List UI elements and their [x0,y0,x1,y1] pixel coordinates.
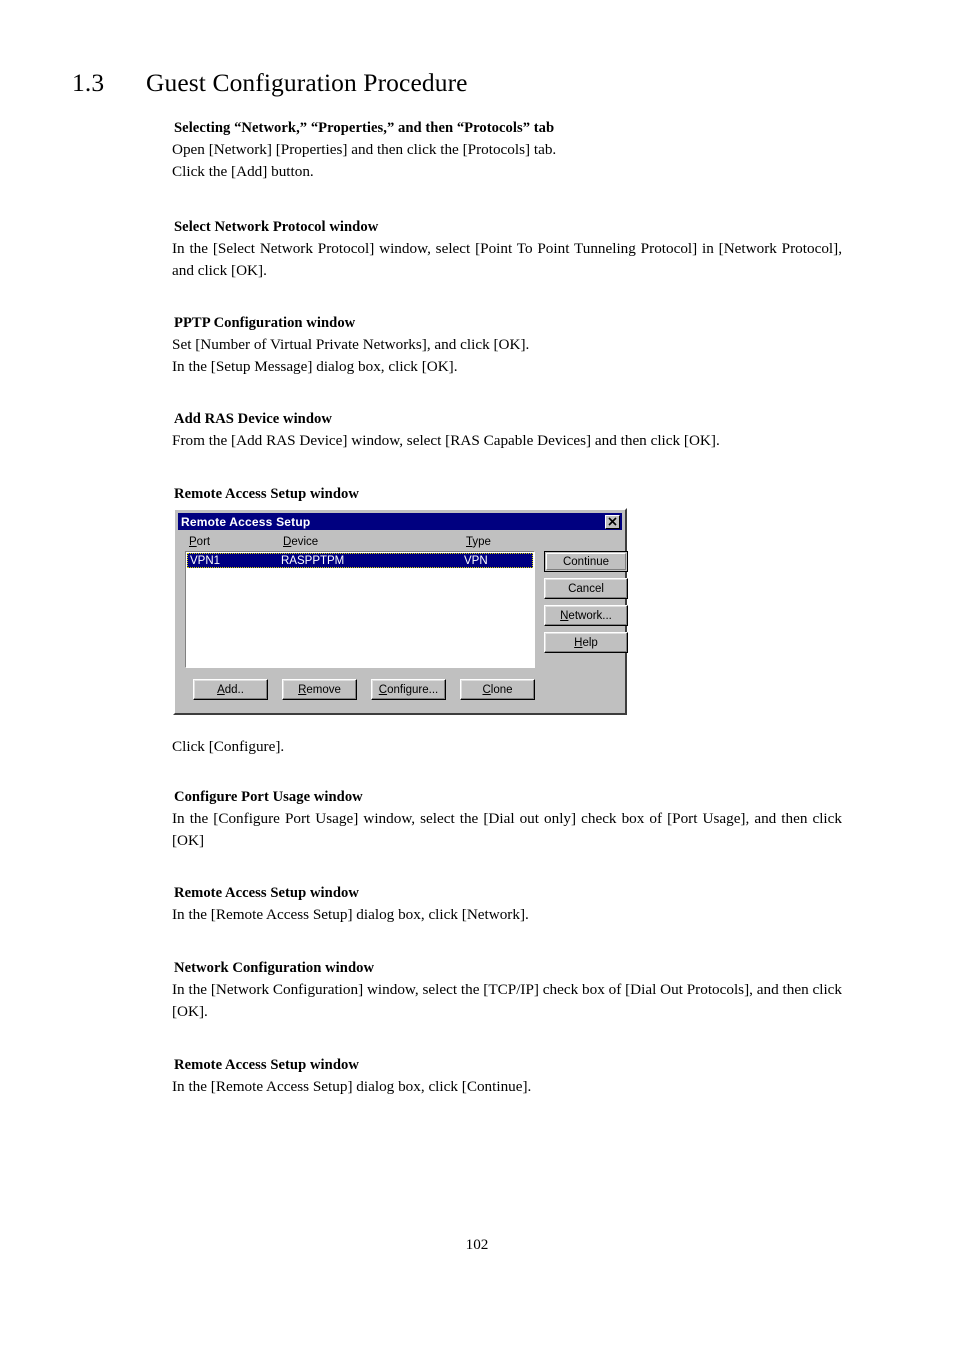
column-header-type-rest: ype [472,536,491,548]
section-heading: PPTP Configuration window [174,315,356,331]
dialog-bottom-buttons: Add.. Remove Configure... Clone [185,668,615,702]
section-heading: Configure Port Usage window [174,789,363,805]
close-icon[interactable] [605,514,620,529]
section-body-line: Open [Network] [Properties] and then cli… [172,141,557,158]
section-body-line: In the [Setup Message] dialog box, click… [172,358,458,376]
section-body: In the [Remote Access Setup] dialog box,… [172,1078,532,1095]
column-header-device-rest: evice [291,536,319,548]
configure-button[interactable]: Configure... [371,679,446,700]
chapter-number: 1.3 [72,68,105,97]
section-configure-port-usage: Configure Port Usage window In the [Conf… [172,789,842,853]
section-heading: Remote Access Setup window [174,885,359,901]
section-heading: Select Network Protocol window [174,219,379,235]
section-body-line: Click the [Add] button. [172,163,314,181]
page-number: 102 [465,1236,489,1253]
section-body-line: Set [Number of Virtual Private Networks]… [172,336,530,353]
dialog-titlebar: Remote Access Setup [178,513,622,530]
row-cell-type: VPN [464,554,488,567]
dialog-list-area: Port Device Type VPN1 RASPPTPM VPN Conti… [185,536,628,668]
clone-button-label: lone [490,683,513,696]
table-row[interactable]: VPN1 RASPPTPM VPN [187,553,533,568]
column-header-device[interactable]: Device [283,536,466,548]
cancel-button[interactable]: Cancel [544,578,628,599]
dialog-title: Remote Access Setup [181,514,311,529]
remote-access-setup-dialog-figure: Remote Access Setup Port Device Type VPN… [173,508,628,715]
network-button[interactable]: Network... [544,605,628,626]
configure-button-mnemonic: C [378,683,388,696]
section-body: In the [Remote Access Setup] dialog box,… [172,906,529,923]
configure-button-label: onfigure... [387,683,439,696]
add-button-mnemonic: A [217,683,225,696]
remote-access-setup-dialog: Remote Access Setup Port Device Type VPN… [173,508,628,715]
add-button[interactable]: Add.. [193,679,268,700]
row-cell-device: RASPPTPM [281,554,345,567]
section-add-ras-device: Add RAS Device window From the [Add RAS … [172,411,842,452]
add-button-label: dd.. [224,683,244,696]
clone-button[interactable]: Clone [460,679,535,700]
remove-button-label: emove [306,683,341,696]
section-body: Set [Number of Virtual Private Networks]… [172,334,842,379]
section-select-network-protocol: Select Network Protocol window In the [S… [172,219,842,283]
section-pptp-configuration: PPTP Configuration window Set [Number of… [172,315,842,379]
chapter-title: Guest Configuration Procedure [146,68,468,97]
help-button-label: elp [582,636,598,649]
document-page: 1.3 Guest Configuration Procedure Select… [0,0,954,1351]
dialog-side-buttons: Continue Cancel Network... Help [535,536,628,653]
section-remote-access-setup-network: Remote Access Setup window In the [Remot… [172,885,842,926]
column-header-port-mnemonic: P [189,536,197,548]
section-heading: Remote Access Setup window [174,486,359,502]
section-network-configuration: Network Configuration window In the [Net… [172,960,842,1024]
column-header-type[interactable]: Type [466,536,491,548]
section-body: Open [Network] [Properties] and then cli… [172,139,842,184]
help-button[interactable]: Help [544,632,628,653]
continue-button[interactable]: Continue [544,551,628,572]
help-button-mnemonic: H [574,636,583,649]
section-body: In the [Network Configuration] window, s… [172,981,842,1021]
page-title: 1.3 Guest Configuration Procedure [72,68,468,98]
port-listbox[interactable]: VPN1 RASPPTPM VPN [185,551,535,668]
figure-caption: Click [Configure]. [172,738,285,755]
network-button-mnemonic: N [560,609,569,622]
column-header-port-rest: ort [196,536,211,548]
port-list-column: Port Device Type VPN1 RASPPTPM VPN [185,536,535,668]
network-button-label: etwork... [568,609,612,622]
section-heading: Remote Access Setup window [174,1057,359,1073]
section-heading: Network Configuration window [174,960,375,976]
section-heading: Add RAS Device window [174,411,332,427]
section-body: From the [Add RAS Device] window, select… [172,432,720,449]
remove-button-mnemonic: R [298,683,307,696]
section-remote-access-setup-continue: Remote Access Setup window In the [Remot… [172,1057,842,1098]
clone-button-mnemonic: C [482,683,491,696]
remove-button[interactable]: Remove [282,679,357,700]
cancel-button-label: Cancel [568,582,604,595]
section-selecting-network: Selecting “Network,” “Properties,” and t… [172,120,842,184]
continue-button-label: Continue [546,553,626,570]
section-heading: Selecting “Network,” “Properties,” and t… [174,120,555,136]
section-body: In the [Select Network Protocol] window,… [172,240,842,280]
row-cell-port: VPN1 [190,554,221,567]
section-remote-access-setup-figure: Remote Access Setup window [172,486,842,505]
dialog-body: Port Device Type VPN1 RASPPTPM VPN Conti… [178,530,628,710]
section-body: In the [Configure Port Usage] window, se… [172,810,842,850]
list-column-headers: Port Device Type [185,536,535,551]
column-header-port[interactable]: Port [189,536,283,548]
